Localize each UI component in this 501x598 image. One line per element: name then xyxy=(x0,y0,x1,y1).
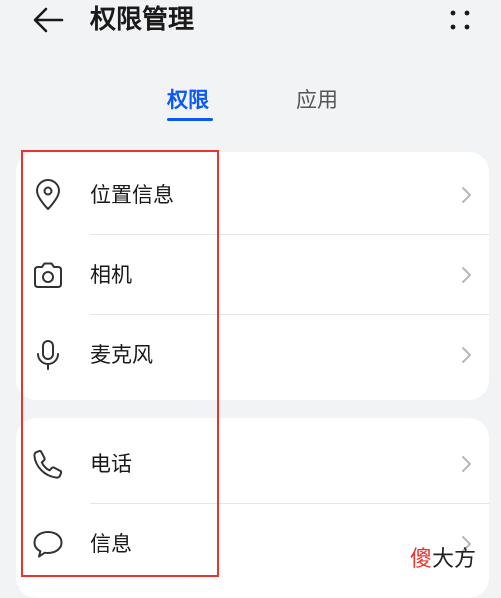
watermark-rest: 大方 xyxy=(432,547,477,572)
more-options-button[interactable] xyxy=(440,2,480,38)
chevron-right-icon xyxy=(462,187,471,203)
chevron-right-icon xyxy=(462,456,471,472)
chevron-right-icon xyxy=(462,347,471,363)
location-pin-icon xyxy=(32,179,64,211)
list-item-label: 电话 xyxy=(90,452,132,476)
list-item-label: 麦克风 xyxy=(90,343,153,367)
tab-apps[interactable]: 应用 xyxy=(296,82,338,122)
more-dots-icon xyxy=(450,10,470,30)
list-item-label: 相机 xyxy=(90,263,132,287)
message-bubble-icon xyxy=(32,528,64,560)
chevron-right-icon xyxy=(462,267,471,283)
active-tab-indicator xyxy=(167,118,213,121)
watermark-first-char: 傻 xyxy=(410,547,433,572)
list-item-microphone[interactable]: 麦克风 xyxy=(16,315,489,395)
microphone-icon xyxy=(32,339,64,371)
arrow-left-icon xyxy=(33,7,64,33)
list-item-label: 位置信息 xyxy=(90,183,174,207)
back-button[interactable] xyxy=(28,2,68,38)
watermark: 傻大方 xyxy=(410,545,476,575)
tab-permissions[interactable]: 权限 xyxy=(167,82,209,122)
list-item-camera[interactable]: 相机 xyxy=(16,235,489,315)
list-item-location[interactable]: 位置信息 xyxy=(16,155,489,235)
phone-icon xyxy=(32,448,64,480)
list-item-phone[interactable]: 电话 xyxy=(16,424,489,504)
title-bar: 权限管理 xyxy=(0,0,501,50)
list-item-label: 信息 xyxy=(90,532,132,556)
page-title: 权限管理 xyxy=(90,5,195,35)
tab-bar: 权限 应用 xyxy=(0,82,501,126)
permission-group-1: 位置信息 相机 麦克风 xyxy=(16,152,489,400)
camera-icon xyxy=(32,259,64,291)
